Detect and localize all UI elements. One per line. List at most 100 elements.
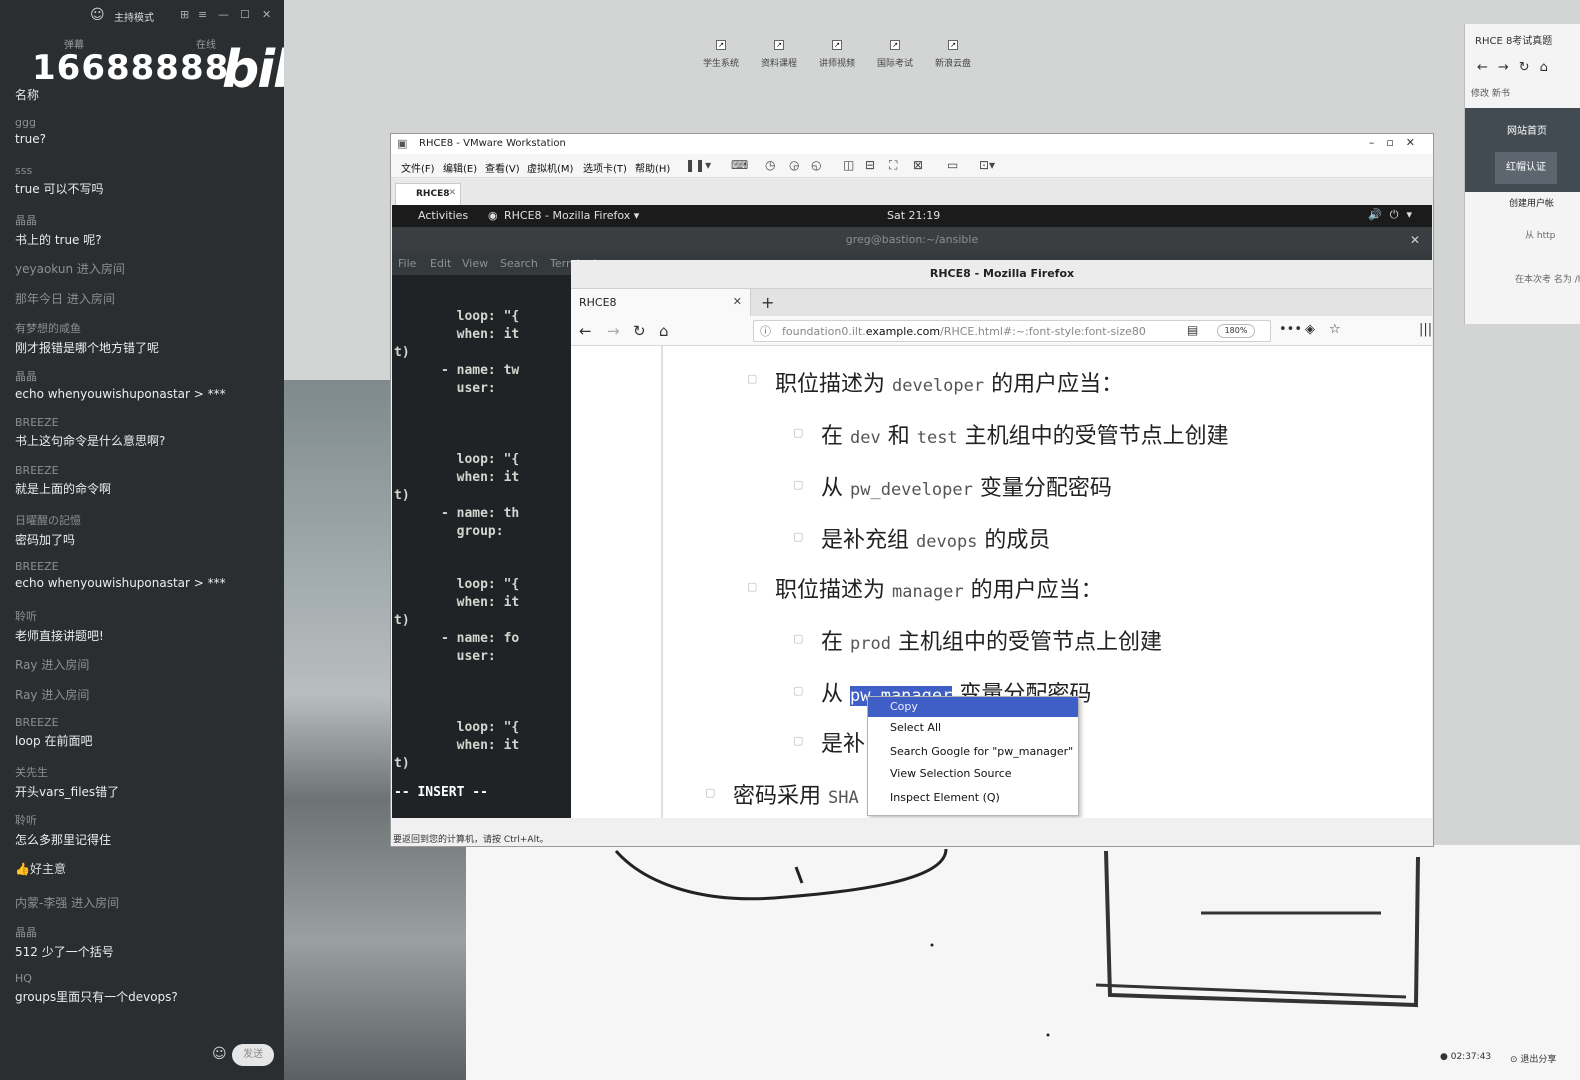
context-view-source[interactable]: View Selection Source [890,767,1012,780]
back-icon[interactable]: ← [579,322,592,340]
zoom-indicator[interactable]: 180% [1217,324,1255,338]
system-menu[interactable]: 🔊⏻▾ [1368,208,1420,222]
term-line: - name: tw [394,363,520,378]
view-options-icon[interactable]: ⊡▾ [979,158,995,172]
redhat-auth-link[interactable]: 红帽认证 [1495,152,1557,184]
term-menu-view[interactable]: View [462,257,488,270]
chat-username[interactable]: 关先生 [15,764,277,780]
site-home-link[interactable]: 网站首页 [1507,122,1547,137]
context-inspect[interactable]: Inspect Element (Q) [890,791,1000,804]
new-tab-icon[interactable]: + [761,293,774,312]
activities-button[interactable]: Activities [418,209,468,222]
menu-vm[interactable]: 虚拟机(M) [527,160,573,175]
close-icon[interactable]: ✕ [262,8,271,21]
menu-edit[interactable]: 编辑(E) [443,160,477,175]
terminal-body[interactable]: loop: "{ when: it t) - name: tw user: lo… [392,275,572,818]
bookmark-star-icon[interactable]: ☆ [1329,322,1341,337]
close-icon[interactable]: ✕ [733,295,742,308]
chat-username[interactable]: 日曜醒の記憶 [15,512,277,528]
info-icon[interactable]: ⓘ [760,323,771,339]
forward-icon[interactable]: → [607,322,620,340]
more-icon[interactable]: ••• [1279,322,1302,337]
close-icon[interactable]: ✕ [1410,227,1420,253]
desktop-shortcut[interactable]: ↗ 资料课程 [756,40,802,69]
browser-tab[interactable]: RHCE8 ✕ [571,289,751,317]
term-menu-file[interactable]: File [398,257,416,270]
chat-username[interactable]: 有梦想的咸鱼 [15,320,277,336]
context-select-all[interactable]: Select All [890,721,941,734]
emoji-icon[interactable]: ☺ [212,1046,227,1062]
maximize-icon[interactable]: ☐ [240,8,250,21]
side-browser-nav[interactable]: ←→↻⌂ [1477,60,1558,75]
close-icon[interactable]: ✕ [448,188,456,198]
app-menu[interactable]: RHCE8 - Mozilla Firefox ▾ [504,209,639,222]
reload-icon[interactable]: ↻ [633,322,646,340]
shortcut-icon: ↗ [890,40,900,50]
settings-icon[interactable]: ⊞ [180,8,189,21]
menu-view[interactable]: 查看(V) [485,160,520,175]
snapshot-icon[interactable]: ◷ [765,158,775,172]
term-menu-edit[interactable]: Edit [430,257,451,270]
reader-icon[interactable]: ▤ [1187,323,1198,337]
url-text: foundation0.ilt.example.com/RHCE.html#:~… [782,325,1146,338]
menu-file[interactable]: 文件(F) [401,160,435,175]
chat-username[interactable]: 晶晶 [15,368,277,384]
term-line: loop: "{ [394,720,520,735]
minimize-icon[interactable]: — [218,8,229,21]
chat-username[interactable]: BREEZE [15,560,277,573]
desktop-shortcut[interactable]: ↗ 学生系统 [698,40,744,69]
send-keys-icon[interactable]: ⌨ [731,158,748,172]
term-line: user: [394,649,496,664]
console-icon[interactable]: ▭ [947,158,958,172]
chat-username[interactable]: 聆听 [15,812,277,828]
term-line: when: it [394,470,520,485]
chat-username[interactable]: ggg [15,116,277,129]
pause-icon[interactable]: ❚❚▾ [685,158,711,172]
chat-message: HQ groups里面只有一个devops? [15,972,277,1005]
clock[interactable]: Sat 21:19 [887,209,940,222]
chat-username[interactable]: BREEZE [15,716,277,729]
menu-tabs[interactable]: 选项卡(T) [583,160,627,175]
vmware-window-controls[interactable]: –▫✕ [1369,136,1427,149]
menu-icon[interactable]: ≡ [198,8,207,21]
library-icon[interactable]: ◫ [843,158,854,172]
snapshot-manager-icon[interactable]: ◵ [811,158,821,172]
terminal-title: greg@bastion:~/ansible [392,227,1432,253]
chat-text: true? [15,132,46,146]
desktop-shortcut[interactable]: ↗ 讲师视频 [814,40,860,69]
chat-mode-label: 主持模式 [114,13,154,24]
context-search-google[interactable]: Search Google for "pw_manager" [890,745,1073,758]
chat-username[interactable]: 聆听 [15,608,277,624]
firefox-window[interactable]: RHCE8 - Mozilla Firefox RHCE8 ✕ + ← → ↻ … [571,260,1432,818]
side-browser-bookmarks[interactable]: 修改 新书 [1471,86,1510,99]
desktop-shortcut[interactable]: ↗ 国际考试 [872,40,918,69]
chat-username[interactable]: BREEZE [15,464,277,477]
context-copy[interactable]: Copy [868,697,1078,717]
chat-username[interactable]: sss [15,164,277,177]
term-menu-search[interactable]: Search [500,257,538,270]
chat-username[interactable]: 晶晶 [15,212,277,228]
vm-tab-rhce8[interactable]: RHCE8 ✕ [395,183,461,205]
side-browser-tab[interactable]: RHCE 8考试真题 [1475,32,1552,47]
term-line: - name: th [394,506,520,521]
fullscreen-icon[interactable]: ⛶ [889,158,897,173]
page-content[interactable]: ▢ 职位描述为 developer 的用户应当： ▢ 在 dev 和 test … [571,346,1432,818]
chat-username[interactable]: HQ [15,972,277,985]
thumbnail-icon[interactable]: ⊟ [865,158,875,172]
user-avatar-icon[interactable]: ☺ [90,7,105,23]
guest-screen[interactable]: Activities ◉ RHCE8 - Mozilla Firefox ▾ S… [392,205,1432,818]
revert-snapshot-icon[interactable]: ◶ [789,158,799,172]
send-button[interactable]: 发送 [232,1044,274,1066]
menu-help[interactable]: 帮助(H) [635,160,670,175]
unity-icon[interactable]: ⊠ [913,158,923,172]
desktop-shortcut[interactable]: ↗ 新浪云盘 [930,40,976,69]
url-bar[interactable]: ⓘ foundation0.ilt.example.com/RHCE.html#… [753,320,1271,342]
exit-share-button[interactable]: ⊙ 退出分享 [1510,1052,1556,1065]
chat-username[interactable]: BREEZE [15,416,277,429]
chat-username[interactable]: 晶晶 [15,924,277,940]
list-bullet: ▢ [793,684,804,697]
chat-message: ggg true? [15,116,277,146]
home-icon[interactable]: ⌂ [659,322,669,340]
library-icon[interactable]: ||| [1419,322,1432,337]
pocket-icon[interactable]: ◈ [1305,322,1315,337]
